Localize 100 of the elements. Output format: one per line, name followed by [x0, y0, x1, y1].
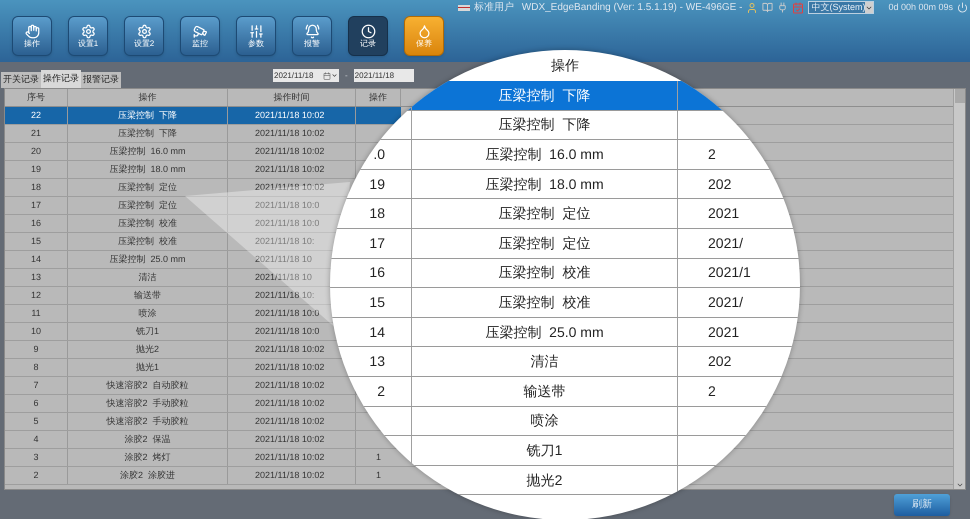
panel-icon — [458, 4, 470, 10]
magnified-cell-text: 清洁 — [530, 352, 558, 372]
clock-icon — [360, 24, 376, 39]
plug-icon[interactable] — [777, 2, 788, 13]
magnified-cell-text: 14 — [369, 322, 385, 342]
table-cell[interactable]: 14 — [5, 251, 68, 268]
toolbar-button[interactable]: 设置2 — [124, 16, 164, 56]
table-cell-text: 快速溶胶2 手动胶粒 — [106, 396, 188, 410]
table-cell-text: 2021/11/18 10: — [255, 234, 314, 248]
table-cell[interactable]: 3 — [5, 449, 68, 466]
scrollbar[interactable] — [953, 89, 965, 489]
magnified-cell-text: 13 — [369, 352, 385, 372]
table-cell[interactable]: 19 — [5, 161, 68, 178]
book-icon[interactable] — [762, 2, 774, 13]
magnified-cell-text: 2 — [377, 382, 385, 401]
bell-icon — [304, 24, 320, 39]
table-cell[interactable]: 4 — [5, 431, 68, 448]
table-cell-text: 2021/11/18 10:02 — [255, 378, 324, 392]
table-cell-text: 2021/11/18 10:0 — [255, 198, 320, 212]
date-from-field[interactable]: 2021/11/18 — [273, 69, 339, 82]
sliders-icon — [248, 24, 264, 39]
table-cell-text: 压梁控制 校准 — [118, 234, 177, 248]
table-cell-text: 2021/11/18 10:02 — [255, 396, 324, 410]
table-cell-text: 2021/11/18 10:02 — [255, 126, 324, 140]
table-cell-text: 2021/11/18 10:0 — [255, 216, 320, 230]
table-cell[interactable]: 21 — [5, 125, 68, 142]
table-cell[interactable]: 17 — [5, 197, 68, 214]
table-cell[interactable]: 22 — [5, 107, 68, 124]
tab[interactable]: 开关记录 — [1, 72, 41, 88]
table-cell-text: 快速溶胶2 自动胶粒 — [106, 378, 188, 392]
magnified-cell-text: 2021 — [708, 204, 740, 224]
table-cell[interactable]: 7 — [5, 377, 68, 394]
magnified-header: 操作 — [551, 56, 579, 75]
magnified-row[interactable]: 压梁控制 下降 — [330, 110, 800, 140]
toolbar-button[interactable]: 参数 — [236, 16, 276, 56]
table-cell[interactable]: 16 — [5, 215, 68, 232]
calendar-icon[interactable] — [323, 72, 331, 80]
magnified-cell-text: 2021/ — [708, 292, 744, 312]
user-icon[interactable] — [746, 2, 758, 14]
tab[interactable]: 操作记录 — [41, 70, 81, 88]
caret-icon — [331, 72, 338, 79]
table-cell-text: 2021/11/18 10 — [255, 252, 312, 266]
magnified-cell-text: 压梁控制 16.0 mm — [485, 144, 604, 164]
table-cell-text: 涂胶2 保温 — [124, 432, 170, 446]
magnified-cell-text: 铣刀1 — [526, 440, 562, 460]
user-label: 标准用户 — [474, 0, 514, 15]
table-cell-text: 清洁 — [138, 270, 156, 284]
table-cell[interactable]: 11 — [5, 305, 68, 322]
table-cell[interactable]: 12 — [5, 287, 68, 304]
magnified-row[interactable]: 18 压梁控制 定位 2021 — [330, 199, 800, 229]
table-cell-text: 2021/11/18 10:02 — [255, 432, 324, 446]
table-cell[interactable]: 6 — [5, 395, 68, 412]
language-select[interactable]: 中文(System) — [808, 1, 874, 14]
magnified-row[interactable]: 15 压梁控制 校准 2021/ — [330, 288, 800, 318]
magnified-row[interactable]: 16 压梁控制 校准 2021/1 — [330, 258, 800, 288]
magnified-row[interactable]: 2 输送带 2 — [330, 376, 800, 407]
table-cell[interactable]: 13 — [5, 269, 68, 286]
magnified-row[interactable]: 17 压梁控制 定位 2021/ — [330, 228, 800, 259]
camera-icon — [192, 24, 208, 39]
refresh-button[interactable]: 刷新 — [894, 494, 950, 516]
magnified-cell-text: 2021 — [708, 322, 740, 342]
tab[interactable]: 报警记录 — [81, 72, 121, 88]
table-cell-text: 压梁控制 下降 — [118, 108, 177, 122]
magnified-row[interactable]: 14 压梁控制 25.0 mm 2021 — [330, 318, 800, 348]
toolbar-button[interactable]: 报警 — [292, 16, 332, 56]
table-cell[interactable]: 8 — [5, 359, 68, 376]
magnified-cell-text: 输送带 — [524, 382, 566, 401]
toolbar-button[interactable]: 设置1 — [68, 16, 108, 56]
scroll-down-icon[interactable] — [956, 481, 964, 489]
table-cell[interactable]: 18 — [5, 179, 68, 196]
table-cell[interactable]: 5 — [5, 413, 68, 430]
table-cell-text: 2021/11/18 10: — [255, 288, 314, 302]
toolbar-button[interactable]: 记录 — [348, 16, 388, 56]
table-cell-text: 压梁控制 下降 — [118, 126, 177, 140]
toolbar-button[interactable]: 监控 — [180, 16, 220, 56]
table-cell[interactable]: 15 — [5, 233, 68, 250]
scrollbar-thumb[interactable] — [954, 89, 964, 103]
table-cell[interactable]: 2 — [5, 467, 68, 484]
magnified-cell-text: 2021/ — [708, 234, 744, 253]
table-cell-text: 涂胶2 烤灯 — [124, 450, 170, 464]
runtime-text: 0d 00h 00m 09s — [888, 0, 953, 14]
table-cell-text: 2021/11/18 10:0 — [255, 306, 320, 320]
magnified-cell-text: 15 — [369, 292, 385, 312]
gear-icon — [136, 24, 152, 39]
power-icon[interactable] — [957, 2, 968, 13]
table-cell[interactable]: 9 — [5, 341, 68, 358]
table-cell[interactable]: 20 — [5, 143, 68, 160]
magnified-cell-text: 202 — [708, 174, 732, 194]
table-cell-text: 快速溶胶2 手动胶粒 — [106, 414, 188, 428]
toolbar-button[interactable]: 操作 — [12, 16, 52, 56]
date-to-field[interactable]: 2021/11/18 — [354, 69, 414, 82]
table-cell-text: 2021/11/18 10:02 — [255, 162, 324, 176]
magnified-row[interactable]: 13 清洁 202 — [330, 347, 800, 377]
magnified-row[interactable]: 喷涂 — [330, 406, 800, 436]
magnified-cell-text: 抛光2 — [526, 470, 562, 490]
magnified-cell-text: 压梁控制 校准 — [498, 263, 590, 282]
table-cell-text: 输送带 — [134, 288, 161, 302]
magnified-row[interactable]: 19 压梁控制 18.0 mm 202 — [330, 170, 800, 200]
table-cell[interactable]: 10 — [5, 323, 68, 340]
magnified-row[interactable]: .0 压梁控制 16.0 mm 2 — [330, 140, 800, 170]
